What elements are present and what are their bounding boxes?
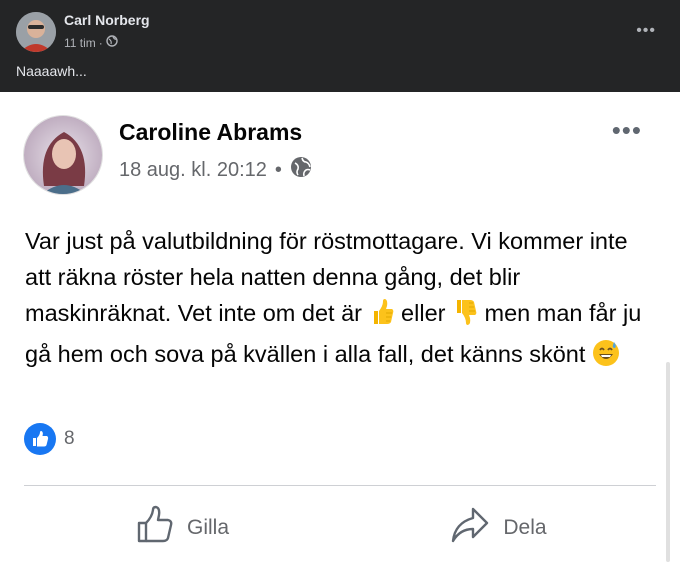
author-name[interactable]: Carl Norberg [64,12,150,28]
separator: · [98,35,103,50]
post-actions: Gilla Dela [24,502,656,554]
like-button[interactable]: Gilla [24,502,340,554]
share-button[interactable]: Dela [340,502,656,554]
avatar[interactable] [23,115,103,195]
reactions-summary[interactable]: 8 [24,423,75,455]
thumbs-up-outline-icon [135,505,175,551]
thumbs-up-icon [369,298,395,336]
separator: • [274,158,282,181]
thumbs-down-icon [452,298,478,336]
avatar[interactable] [16,12,56,52]
globe-icon [290,156,312,184]
post-time[interactable]: 11 tim [64,36,96,50]
post-text-part: eller [394,300,452,326]
more-options-icon[interactable]: ••• [636,22,656,40]
share-arrow-icon [449,505,491,551]
post-date[interactable]: 18 aug. kl. 20:12 [119,159,267,182]
globe-icon [106,35,118,50]
shared-post: Caroline Abrams 18 aug. kl. 20:12 • ••• … [0,92,680,566]
grinning-sweat-icon [592,339,620,377]
more-options-icon[interactable]: ••• [612,117,642,143]
post-meta: 11 tim · [64,35,118,50]
scrollbar[interactable] [666,362,670,562]
share-label: Dela [503,516,547,539]
like-label: Gilla [186,516,229,539]
like-reaction-icon [24,423,56,455]
post-body: Var just på valutbildning för röstmottag… [25,223,655,377]
reaction-count: 8 [64,428,75,449]
outer-post: Carl Norberg 11 tim · ••• Naaaawh... [0,0,680,92]
author-name[interactable]: Caroline Abrams [119,119,302,146]
divider [24,485,656,486]
post-text: Naaaawh... [16,63,87,79]
post-meta: 18 aug. kl. 20:12 • [119,156,312,184]
